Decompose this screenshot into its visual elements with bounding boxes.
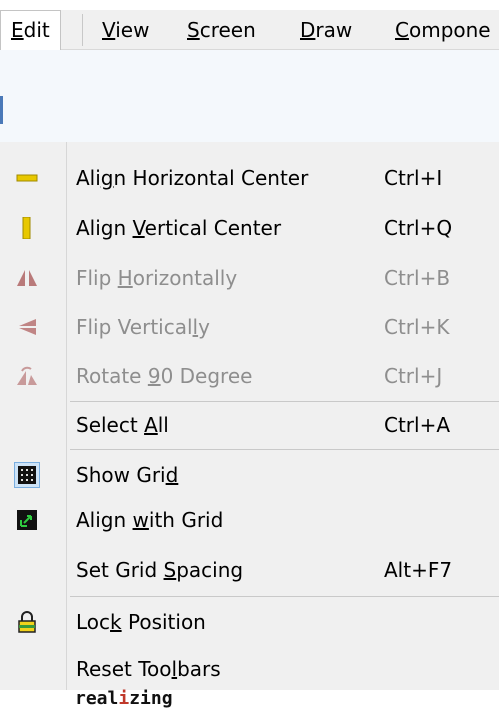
menu-item-label: Align with Grid bbox=[76, 508, 224, 532]
menu-item-rotate-90-degree[interactable]: Rotate 90 Degree Ctrl+J bbox=[0, 355, 499, 397]
menu-item-label: Flip Horizontally bbox=[76, 266, 238, 290]
align-vertical-center-icon bbox=[14, 215, 40, 241]
edit-dropdown-menu: Align Horizontal Center Ctrl+I Align Ver… bbox=[0, 142, 499, 690]
menu-item-shortcut: Alt+F7 bbox=[384, 558, 453, 582]
menu-item-label: Reset Toolbars bbox=[76, 657, 221, 681]
menu-item-align-horizontal-center[interactable]: Align Horizontal Center Ctrl+I bbox=[0, 157, 499, 199]
menu-item-reset-toolbars[interactable]: Reset Toolbars bbox=[0, 648, 499, 690]
menu-separator bbox=[70, 401, 499, 402]
flip-vertical-icon bbox=[14, 314, 40, 340]
menu-item-label: Lock Position bbox=[76, 610, 206, 634]
window-edge-mark bbox=[0, 96, 3, 124]
menu-item-label: Align Horizontal Center bbox=[76, 166, 309, 190]
menu-item-align-vertical-center[interactable]: Align Vertical Center Ctrl+Q bbox=[0, 207, 499, 249]
menu-item-align-with-grid[interactable]: Align with Grid bbox=[0, 499, 499, 541]
menu-item-label: Flip Vertically bbox=[76, 315, 210, 339]
footer-text: realizing bbox=[75, 688, 173, 709]
menu-item-show-grid[interactable]: Show Grid bbox=[0, 454, 499, 496]
align-grid-icon bbox=[14, 507, 40, 533]
menu-item-label: Rotate 90 Degree bbox=[76, 364, 253, 388]
menu-item-shortcut: Ctrl+Q bbox=[384, 216, 453, 240]
align-horizontal-center-icon bbox=[14, 165, 40, 191]
menu-item-label: Align Vertical Center bbox=[76, 216, 282, 240]
menu-item-flip-vertically[interactable]: Flip Vertically Ctrl+K bbox=[0, 306, 499, 348]
lock-icon bbox=[14, 609, 40, 635]
window-top-strip bbox=[0, 0, 499, 10]
menu-draw[interactable]: Draw bbox=[290, 10, 362, 50]
menu-item-shortcut: Ctrl+A bbox=[384, 413, 451, 437]
menu-item-label: Show Grid bbox=[76, 463, 179, 487]
menu-item-flip-horizontally[interactable]: Flip Horizontally Ctrl+B bbox=[0, 257, 499, 299]
menu-item-label: Set Grid Spacing bbox=[76, 558, 244, 582]
flip-horizontal-icon bbox=[14, 265, 40, 291]
menu-item-shortcut: Ctrl+J bbox=[384, 364, 443, 388]
menu-view[interactable]: View bbox=[92, 10, 159, 50]
rotate-icon bbox=[14, 363, 40, 389]
menu-item-shortcut: Ctrl+I bbox=[384, 166, 443, 190]
menu-edit[interactable]: Edit bbox=[0, 10, 61, 51]
menu-item-select-all[interactable]: Select All Ctrl+A bbox=[0, 404, 499, 446]
menu-components[interactable]: Compone bbox=[385, 10, 499, 50]
toolbar-area bbox=[0, 50, 499, 142]
menu-item-lock-position[interactable]: Lock Position bbox=[0, 601, 499, 643]
menu-item-shortcut: Ctrl+B bbox=[384, 266, 451, 290]
menu-item-label: Select All bbox=[76, 413, 169, 437]
menu-screen[interactable]: Screen bbox=[177, 10, 266, 50]
menu-separator bbox=[70, 596, 499, 597]
menu-separator bbox=[82, 14, 83, 46]
menu-item-shortcut: Ctrl+K bbox=[384, 315, 450, 339]
menu-separator bbox=[70, 449, 499, 450]
menu-item-set-grid-spacing[interactable]: Set Grid Spacing Alt+F7 bbox=[0, 549, 499, 591]
menu-bar: Edit View Screen Draw Compone bbox=[0, 10, 499, 51]
grid-icon bbox=[14, 462, 40, 488]
